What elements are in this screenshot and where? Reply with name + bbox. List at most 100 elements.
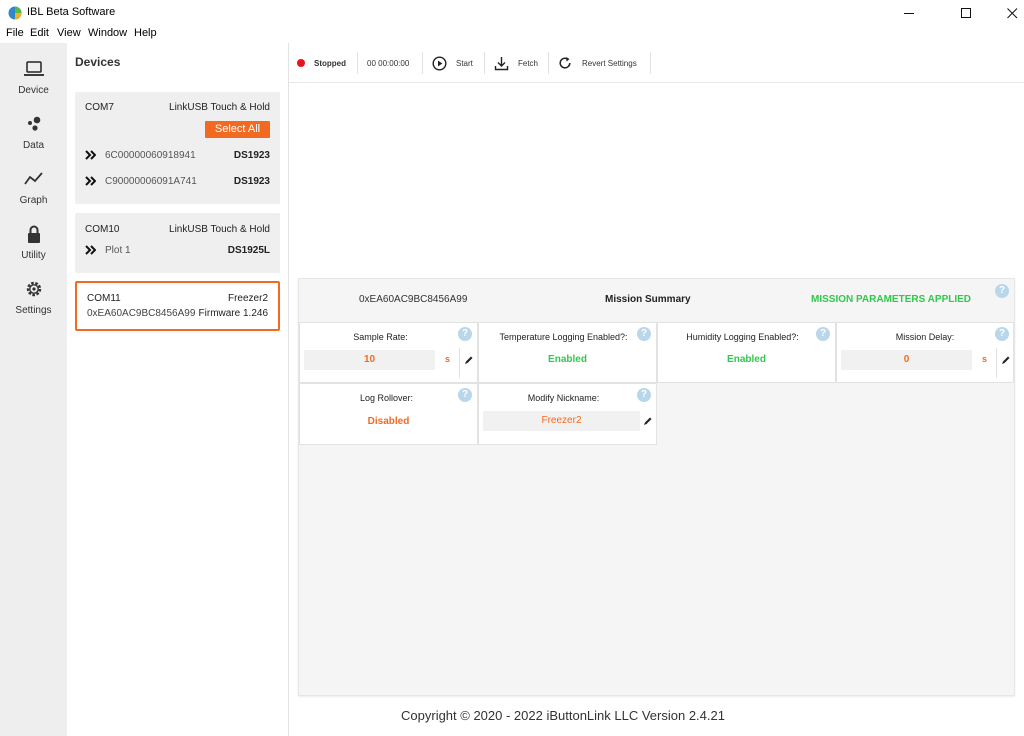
card-port: COM10 bbox=[85, 224, 120, 235]
temperature-logging-value[interactable]: Enabled bbox=[479, 354, 656, 365]
humidity-logging-value[interactable]: Enabled bbox=[658, 354, 835, 365]
mission-delay-unit: s bbox=[982, 354, 988, 364]
temperature-logging-label: Temperature Logging Enabled?: bbox=[499, 332, 628, 342]
rail-label-data: Data bbox=[22, 140, 45, 151]
double-chevron-icon bbox=[85, 245, 96, 255]
edit-icon[interactable] bbox=[643, 416, 653, 426]
device-serial[interactable]: C90000006091A741 bbox=[105, 176, 197, 187]
device-model: DS1923 bbox=[233, 150, 270, 161]
rail-label-graph: Graph bbox=[19, 195, 48, 206]
revert-label: Revert Settings bbox=[582, 58, 637, 68]
cell-divider bbox=[996, 348, 997, 378]
sample-rate-unit: s bbox=[445, 354, 451, 364]
window-title: IBL Beta Software bbox=[27, 6, 116, 18]
help-icon[interactable]: ? bbox=[458, 388, 472, 402]
sample-rate-cell: Sample Rate: ? 10 s bbox=[299, 322, 478, 383]
fetch-button[interactable]: Fetch bbox=[494, 43, 538, 83]
nav-rail: Device Data Graph Utility Settings bbox=[0, 43, 67, 736]
status-indicator: Stopped bbox=[297, 43, 346, 83]
toolbar-divider bbox=[650, 52, 651, 74]
nickname-input[interactable]: Freezer2 bbox=[483, 411, 640, 431]
maximize-button[interactable] bbox=[943, 0, 989, 26]
rail-item-device[interactable]: Device bbox=[0, 59, 67, 109]
devices-panel: Devices COM7 LinkUSB Touch & Hold Select… bbox=[67, 43, 289, 736]
play-icon bbox=[432, 55, 447, 71]
minimize-icon bbox=[903, 12, 914, 14]
help-icon[interactable]: ? bbox=[637, 327, 651, 341]
download-icon bbox=[494, 56, 509, 70]
humidity-logging-label: Humidity Logging Enabled?: bbox=[686, 332, 799, 342]
device-card-com11[interactable]: COM11 Freezer2 0xEA60AC9BC8456A99 Firmwa… bbox=[75, 281, 280, 331]
toolbar-divider bbox=[548, 52, 549, 74]
menu-help[interactable]: Help bbox=[134, 27, 157, 39]
double-chevron-icon bbox=[85, 176, 96, 186]
rail-item-graph[interactable]: Graph bbox=[0, 169, 67, 219]
close-button[interactable] bbox=[989, 0, 1024, 26]
help-icon[interactable]: ? bbox=[995, 284, 1009, 298]
mission-delay-input[interactable]: 0 bbox=[841, 350, 972, 370]
mission-delay-label: Mission Delay: bbox=[895, 332, 955, 342]
card-nickname: Freezer2 bbox=[227, 293, 268, 304]
revert-settings-button[interactable]: Revert Settings bbox=[558, 43, 637, 83]
menu-bar: File Edit View Window Help bbox=[0, 26, 1024, 42]
help-icon[interactable]: ? bbox=[816, 327, 830, 341]
devices-title: Devices bbox=[75, 55, 121, 69]
card-address: 0xEA60AC9BC8456A99 bbox=[87, 308, 196, 319]
start-label: Start bbox=[456, 58, 473, 68]
device-model: DS1925L bbox=[227, 245, 270, 256]
double-chevron-icon bbox=[85, 150, 96, 160]
timer: 00 00:00:00 bbox=[367, 43, 409, 83]
timer-text: 00 00:00:00 bbox=[367, 58, 410, 68]
card-adapter: LinkUSB Touch & Hold bbox=[169, 102, 270, 113]
gear-icon bbox=[26, 281, 41, 297]
stopped-dot-icon bbox=[297, 59, 305, 67]
menu-window[interactable]: Window bbox=[88, 27, 127, 39]
toolbar-divider bbox=[422, 52, 423, 74]
device-card-com10[interactable]: COM10 LinkUSB Touch & Hold Plot 1 DS1925… bbox=[75, 213, 280, 273]
edit-icon[interactable] bbox=[1001, 355, 1011, 365]
humidity-logging-cell: Humidity Logging Enabled?: ? Enabled bbox=[657, 322, 836, 383]
edit-icon[interactable] bbox=[464, 355, 474, 365]
app-logo-icon bbox=[8, 6, 22, 20]
toolbar-divider bbox=[357, 52, 358, 74]
minimize-button[interactable] bbox=[886, 0, 932, 26]
cell-divider bbox=[459, 348, 460, 378]
device-serial[interactable]: Plot 1 bbox=[105, 245, 131, 256]
card-firmware: Firmware 1.246 bbox=[198, 308, 268, 319]
card-port: COM11 bbox=[87, 293, 121, 304]
select-all-button[interactable]: Select All bbox=[205, 121, 270, 138]
lock-icon bbox=[27, 225, 40, 243]
menu-file[interactable]: File bbox=[6, 27, 24, 39]
title-bar: IBL Beta Software bbox=[0, 0, 1024, 26]
rail-item-data[interactable]: Data bbox=[0, 114, 67, 164]
refresh-icon bbox=[559, 57, 571, 69]
help-icon[interactable]: ? bbox=[458, 327, 472, 341]
status-text: Stopped bbox=[314, 58, 346, 68]
toolbar-divider bbox=[484, 52, 485, 74]
mission-device-id: 0xEA60AC9BC8456A99 bbox=[359, 294, 468, 305]
rail-label-device: Device bbox=[18, 85, 49, 96]
mission-header: 0xEA60AC9BC8456A99 Mission Summary MISSI… bbox=[299, 279, 1014, 322]
log-rollover-cell: Log Rollover: ? Disabled bbox=[299, 383, 478, 445]
menu-view[interactable]: View bbox=[57, 27, 81, 39]
footer-copyright: Copyright © 2020 - 2022 iButtonLink LLC … bbox=[401, 708, 725, 723]
sample-rate-input[interactable]: 10 bbox=[304, 350, 435, 370]
log-rollover-value[interactable]: Disabled bbox=[300, 416, 477, 427]
mission-panel: 0xEA60AC9BC8456A99 Mission Summary MISSI… bbox=[298, 278, 1015, 696]
rail-label-utility: Utility bbox=[21, 250, 46, 261]
help-icon[interactable]: ? bbox=[995, 327, 1009, 341]
nickname-label: Modify Nickname: bbox=[527, 393, 600, 403]
maximize-icon bbox=[960, 7, 971, 18]
device-card-com7[interactable]: COM7 LinkUSB Touch & Hold Select All 6C0… bbox=[75, 92, 280, 204]
rail-item-utility[interactable]: Utility bbox=[0, 224, 67, 274]
help-icon[interactable]: ? bbox=[637, 388, 651, 402]
card-port: COM7 bbox=[85, 102, 114, 113]
menu-edit[interactable]: Edit bbox=[30, 27, 49, 39]
graph-icon bbox=[23, 172, 43, 185]
rail-item-settings[interactable]: Settings bbox=[0, 279, 67, 329]
data-icon bbox=[27, 116, 40, 131]
fetch-label: Fetch bbox=[518, 58, 539, 68]
device-model: DS1923 bbox=[233, 176, 270, 187]
device-serial[interactable]: 6C00000060918941 bbox=[105, 150, 196, 161]
start-button[interactable]: Start bbox=[432, 43, 473, 83]
